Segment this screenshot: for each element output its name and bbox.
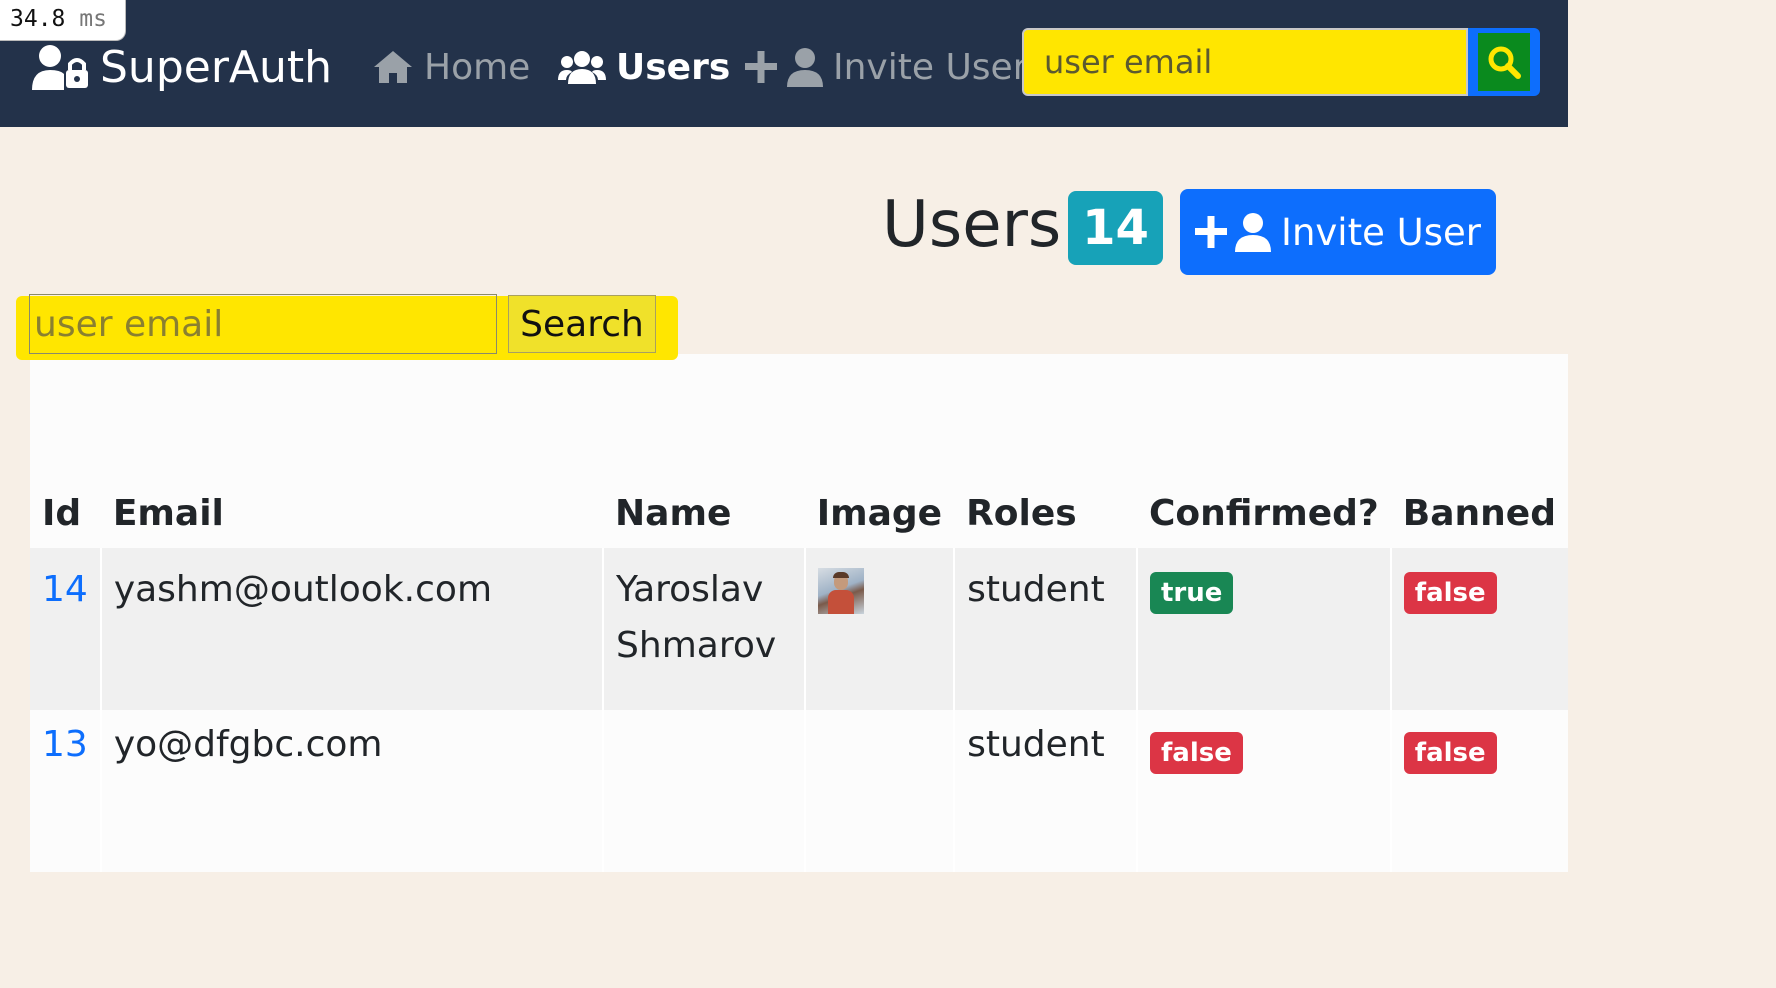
cell-banned: false: [1389, 548, 1568, 710]
cell-banned: false: [1389, 710, 1568, 872]
cell-name: [602, 710, 805, 872]
user-lock-icon: [32, 45, 88, 90]
users-icon: [558, 51, 606, 84]
table-row[interactable]: 14 yashm@outlook.com Yaroslav Shmarov st…: [30, 548, 1568, 710]
nav-search-button[interactable]: [1468, 28, 1540, 96]
cell-image: [803, 710, 955, 872]
table-row[interactable]: 13 yo@dfgbc.com student false false: [30, 710, 1568, 872]
nav-users-link[interactable]: Users: [558, 40, 730, 94]
column-header-banned[interactable]: Banned: [1391, 478, 1568, 548]
nav-invite-link[interactable]: Invite User: [745, 40, 1028, 94]
banned-badge: false: [1403, 732, 1497, 774]
invite-user-button[interactable]: Invite User: [1180, 189, 1496, 275]
search-input[interactable]: [29, 294, 497, 354]
banned-badge: false: [1403, 572, 1497, 614]
users-table: Id Email Name Image Roles Confirmed? Ban…: [30, 478, 1568, 872]
page-title: Users:: [882, 188, 1083, 262]
column-header-confirmed[interactable]: Confirmed?: [1137, 478, 1391, 548]
user-first-name: Yaroslav: [616, 569, 764, 610]
user-plus-icon: [745, 48, 823, 87]
invite-user-label: Invite User: [1281, 210, 1481, 254]
cell-image: [803, 548, 955, 710]
column-header-name[interactable]: Name: [603, 478, 805, 548]
cell-id: 14: [30, 548, 101, 710]
confirmed-badge: false: [1149, 732, 1243, 774]
column-header-roles[interactable]: Roles: [954, 478, 1137, 548]
cell-id: 13: [30, 710, 101, 872]
cell-roles: student: [953, 710, 1137, 872]
column-header-id[interactable]: Id: [30, 478, 101, 548]
nav-home-label: Home: [424, 46, 531, 88]
cell-confirmed: true: [1135, 548, 1391, 710]
user-last-name: Shmarov: [616, 625, 777, 666]
confirmed-badge: true: [1149, 572, 1234, 614]
cell-email: yo@dfgbc.com: [99, 710, 604, 872]
cell-confirmed: false: [1135, 710, 1391, 872]
cell-roles: student: [953, 548, 1137, 710]
user-id-link[interactable]: 13: [42, 724, 88, 765]
navbar: SuperAuth Home Users Invite User: [0, 0, 1568, 127]
column-header-image[interactable]: Image: [805, 478, 954, 548]
search-button[interactable]: Search: [508, 295, 656, 353]
cell-name: Yaroslav Shmarov: [602, 548, 805, 710]
timing-value: 34.8: [10, 6, 66, 32]
user-plus-icon: [1195, 213, 1272, 252]
nav-search-form: [1022, 28, 1540, 96]
table-header-row: Id Email Name Image Roles Confirmed? Ban…: [30, 478, 1568, 548]
nav-search-button-highlight: [1478, 33, 1530, 91]
timing-unit: ms: [79, 6, 107, 32]
timing-badge: 34.8 ms: [0, 0, 126, 41]
search-icon: [1488, 46, 1521, 79]
nav-users-label: Users: [616, 46, 731, 88]
user-id-link[interactable]: 14: [42, 569, 88, 610]
cell-email: yashm@outlook.com: [99, 548, 604, 710]
brand[interactable]: SuperAuth: [30, 40, 332, 94]
nav-home-link[interactable]: Home: [372, 40, 530, 94]
avatar: [817, 568, 864, 614]
user-count-badge: 14: [1068, 191, 1163, 265]
home-icon: [374, 51, 412, 83]
column-header-email[interactable]: Email: [101, 478, 603, 548]
brand-label: SuperAuth: [100, 41, 333, 93]
nav-search-input[interactable]: [1022, 28, 1468, 96]
nav-invite-label: Invite User: [833, 46, 1028, 88]
